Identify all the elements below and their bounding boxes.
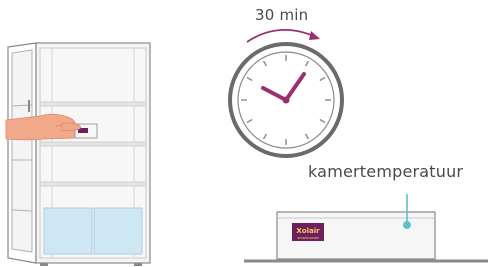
brand-name: Xolair	[296, 227, 320, 235]
refrigerator-icon	[7, 42, 151, 266]
clock-icon	[228, 42, 344, 158]
duration-label: 30 min	[255, 6, 309, 24]
storage-instruction-diagram: Xolair omalizumab	[5, 29, 488, 266]
temperature-indicator-dot	[403, 221, 411, 229]
brand-sub: omalizumab	[297, 236, 319, 240]
product-box-icon: Xolair omalizumab	[244, 194, 488, 263]
fridge-door	[7, 42, 37, 264]
room-temperature-label: kamertemperatuur	[308, 162, 464, 181]
arrow-icon	[246, 29, 320, 43]
